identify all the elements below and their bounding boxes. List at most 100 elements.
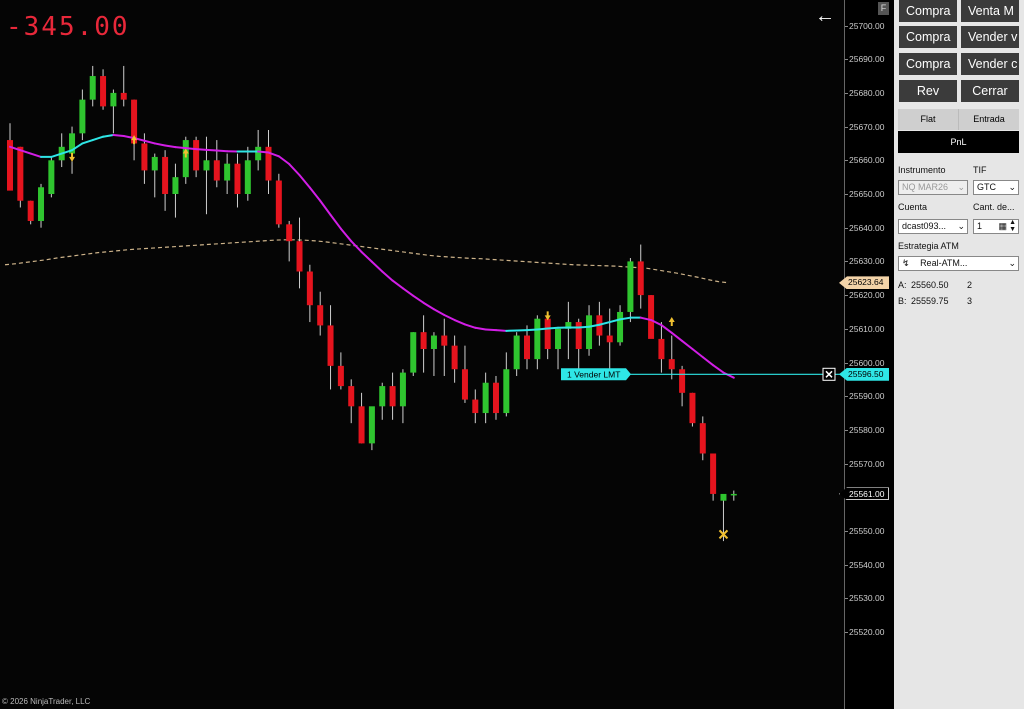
candle [492, 382, 499, 414]
candle [368, 406, 375, 444]
candle [358, 406, 365, 444]
fast-ma-segment [443, 313, 456, 322]
candle [317, 305, 324, 326]
instrument-select[interactable]: NQ MAR26 ⌄ [898, 180, 968, 195]
fast-ma-segment [391, 279, 404, 290]
candle [182, 140, 189, 178]
candle [482, 382, 489, 414]
price-chart[interactable]: 1 Vender LMT [0, 0, 844, 709]
candle [100, 76, 107, 107]
atm-strategy-select[interactable]: ↯ Real-ATM... ⌄ [898, 256, 1019, 271]
fast-ma-segment [308, 186, 322, 202]
candle [27, 200, 34, 221]
order-label-text: 1 Vender LMT [567, 369, 620, 379]
fast-ma-segment [577, 325, 591, 329]
price-tick-mark [845, 463, 848, 465]
fast-ma-segment [339, 227, 353, 243]
candle [48, 160, 55, 194]
candle [110, 92, 117, 107]
price-tick-label: 25680.00 [849, 87, 885, 98]
candle [399, 372, 406, 407]
candle [679, 369, 686, 393]
price-tick-mark [845, 160, 848, 162]
candle [410, 332, 417, 373]
f-button[interactable]: F [878, 2, 889, 15]
candle [306, 271, 313, 306]
price-tick-label: 25540.00 [849, 559, 885, 570]
fast-ma-segment [494, 329, 508, 332]
fast-ma-segment [298, 174, 311, 189]
sell-stop-button[interactable]: Vender c [961, 53, 1019, 75]
cantidad-label: Cant. de... [973, 202, 1015, 212]
fast-ma-segment [164, 144, 177, 149]
fast-ma-segment [670, 331, 684, 342]
fast-ma-segment [463, 323, 477, 329]
candle [193, 140, 200, 171]
price-tick-label: 25650.00 [849, 189, 885, 199]
candle [120, 92, 127, 100]
candle [255, 146, 262, 161]
fast-ma-segment [319, 199, 332, 216]
fast-ma-segment [412, 294, 425, 304]
fast-ma-segment [370, 260, 384, 273]
chevron-down-icon: ⌄ [1008, 258, 1016, 268]
back-arrow-icon[interactable]: ← [815, 6, 835, 26]
candle [503, 369, 510, 414]
spinner-icon[interactable]: ▲ ▼ [1009, 220, 1016, 233]
fast-ma-segment [143, 139, 156, 145]
account-select[interactable]: dcast093... ⌄ [898, 219, 968, 234]
fast-ma-segment [288, 163, 301, 177]
chart-panel[interactable]: 1 Vender LMT -345.00 ← © 2026 NinjaTrade… [0, 0, 844, 709]
fast-ma-segment [215, 149, 229, 153]
fast-ma-segment [205, 148, 218, 152]
quantity-value: 1 [977, 221, 983, 231]
candle [555, 328, 562, 350]
fast-ma-segment [484, 328, 497, 332]
fast-ma-segment [722, 371, 735, 379]
signal-arrow-icon [668, 317, 675, 327]
buy-stop-button[interactable]: Compra [899, 53, 957, 75]
candle [699, 423, 706, 454]
price-axis[interactable]: 25700.00 25690.00 25680.00 25670.00 25660.00… [839, 0, 893, 709]
fast-ma-segment [184, 147, 198, 151]
fast-ma-segment [546, 326, 560, 330]
chevron-down-icon: ⌄ [957, 221, 965, 231]
pnl-label: PnL [898, 131, 1019, 153]
candle [575, 322, 582, 350]
fast-ma-segment [277, 155, 291, 166]
candle [379, 386, 386, 407]
fast-ma-segment [681, 339, 694, 351]
price-tick-label: 25700.00 [849, 20, 885, 31]
candle [348, 386, 355, 407]
sell-limit-button[interactable]: Vender v [961, 26, 1019, 48]
fast-ma-segment [660, 324, 673, 334]
close-position-button[interactable]: Cerrar [961, 80, 1019, 102]
price-tick-label: 25600.00 [849, 357, 885, 368]
candle [17, 146, 24, 201]
fast-ma-segment [112, 134, 125, 138]
lightning-icon: ↯ [902, 258, 910, 268]
fast-ma-segment [701, 356, 715, 367]
fast-ma-segment [453, 319, 466, 326]
reverse-button[interactable]: Rev [899, 80, 957, 102]
candle [244, 160, 251, 194]
sell-market-button[interactable]: Venta M [961, 0, 1019, 22]
candle [586, 315, 593, 350]
buy-limit-button[interactable]: Compra [899, 26, 957, 48]
tif-select[interactable]: GTC ⌄ [973, 180, 1019, 195]
candle [637, 261, 644, 296]
pnl-display: -345.00 [6, 12, 130, 42]
instrument-value: NQ MAR26 [902, 182, 949, 192]
price-tick-label: 25580.00 [849, 424, 885, 435]
candle [668, 359, 675, 370]
chart-trader-panel: Compra Venta M Compra Vender v Compra Ve… [894, 0, 1024, 709]
calculator-icon[interactable]: ▦ [998, 220, 1007, 233]
position-status-entrada: Entrada [958, 109, 1019, 130]
candle [617, 311, 624, 343]
quantity-stepper[interactable]: 1 ▦ ▲ ▼ [973, 219, 1019, 234]
candle [513, 335, 520, 370]
fast-ma-segment [81, 139, 94, 145]
candle [89, 76, 96, 100]
buy-market-button[interactable]: Compra [899, 0, 957, 22]
fast-ma-segment [536, 327, 549, 331]
